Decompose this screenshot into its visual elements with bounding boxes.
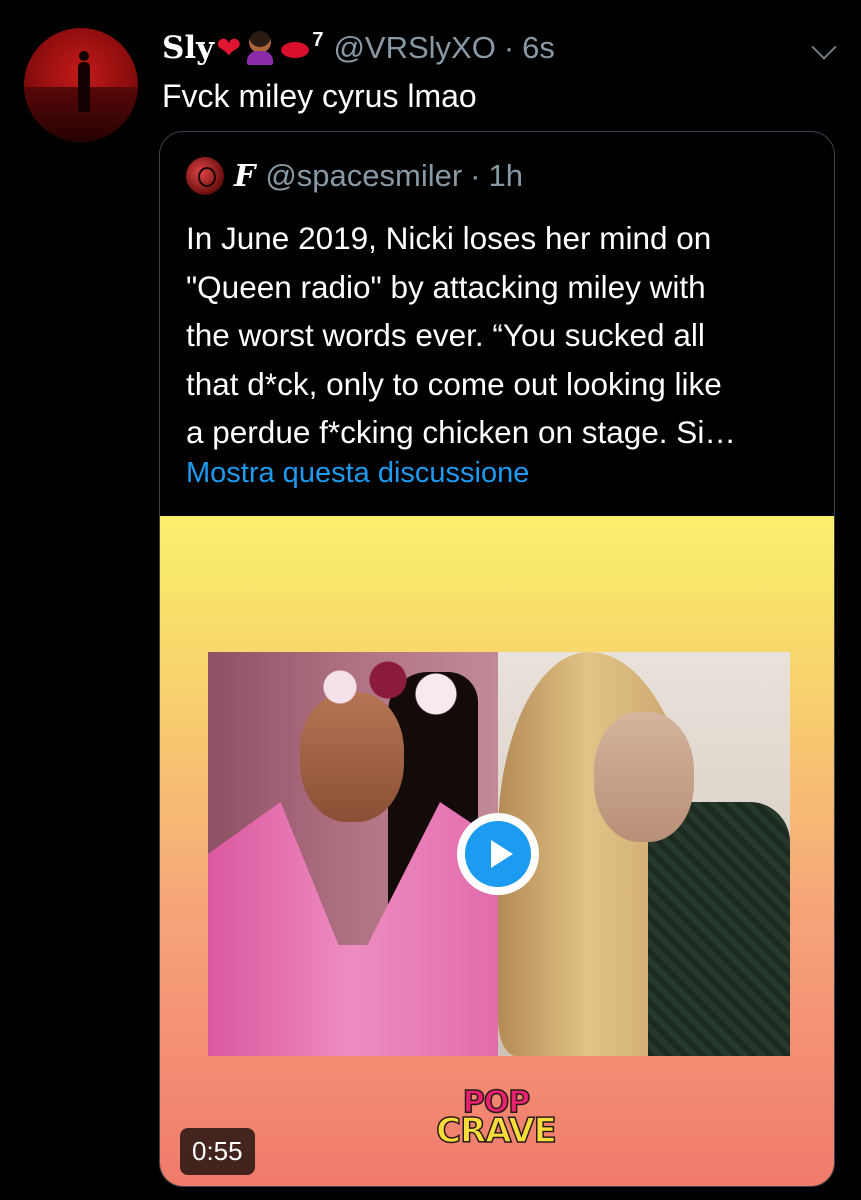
right-photo xyxy=(498,652,790,1056)
quoted-tweet[interactable]: F @spacesmiler · 1h In June 2019, Nicki … xyxy=(159,131,835,1187)
pop-crave-logo: POP CRAVE xyxy=(426,1087,566,1168)
play-button[interactable] xyxy=(457,813,539,895)
tweet-text: Fvck miley cyrus lmao xyxy=(162,78,477,114)
quoted-text-line: that d*ck, only to come out looking like xyxy=(186,365,722,402)
avatar-figure xyxy=(78,51,90,112)
red-heart-icon: ❤ xyxy=(216,31,242,65)
tweet-header: Sly ❤ 7 @VRSlyXO · 6s xyxy=(162,26,831,70)
quoted-tweet-header: F @spacesmiler · 1h xyxy=(186,156,523,196)
display-name[interactable]: Sly xyxy=(162,30,214,66)
name-superscript: 7 xyxy=(312,28,324,51)
tweet-time[interactable]: 6s xyxy=(522,30,555,66)
left-photo-jacket xyxy=(208,802,498,1056)
meta-separator: · xyxy=(503,30,515,65)
quoted-meta-separator: · xyxy=(470,158,481,193)
author-handle[interactable]: @VRSlyXO xyxy=(333,30,495,66)
quoted-author-handle[interactable]: @spacesmiler xyxy=(265,158,462,194)
video-media[interactable]: POP CRAVE 0:55 xyxy=(160,516,834,1186)
video-duration-badge: 0:55 xyxy=(180,1128,255,1175)
woman-emoji-icon xyxy=(245,31,275,65)
quoted-text-line: the worst words ever. “You sucked all xyxy=(186,317,705,353)
author-avatar[interactable] xyxy=(24,28,138,142)
show-thread-link[interactable]: Mostra questa discussione xyxy=(186,457,529,490)
quoted-author-avatar[interactable] xyxy=(186,157,224,195)
right-photo-face xyxy=(594,712,694,842)
left-photo-flowers xyxy=(308,652,468,722)
quoted-tweet-time[interactable]: 1h xyxy=(489,158,523,194)
play-icon xyxy=(465,821,531,887)
quoted-display-name[interactable]: F xyxy=(234,159,255,194)
right-photo-top xyxy=(648,802,790,1056)
kiss-mark-icon xyxy=(281,42,310,58)
quoted-text-line: In June 2019, Nicki loses her mind on xyxy=(186,220,712,256)
quoted-tweet-text: In June 2019, Nicki loses her mind on "Q… xyxy=(186,214,826,457)
left-photo xyxy=(208,652,498,1056)
quoted-text-line: a perdue f*cking chicken on stage. Si… xyxy=(186,414,736,450)
logo-bottom-text: CRAVE xyxy=(435,1111,557,1151)
quoted-text-line: "Queen radio" by attacking miley with xyxy=(186,268,706,305)
